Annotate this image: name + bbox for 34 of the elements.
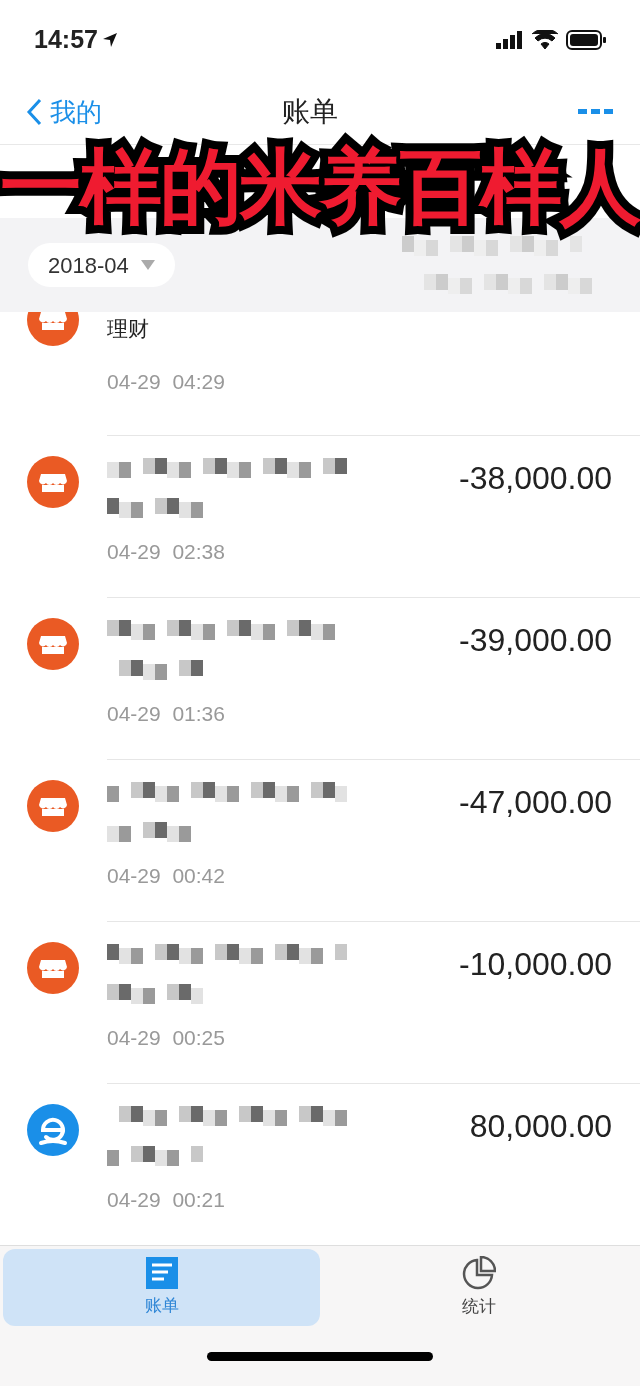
transaction-time: 04-29 04:29 bbox=[107, 369, 226, 395]
transaction-amount: -39,000.00 bbox=[459, 621, 612, 660]
caret-icon bbox=[140, 260, 155, 270]
transaction-row[interactable]: 04-29 01:36 -39,000.00 bbox=[0, 598, 640, 760]
transaction-time: 04-29 01:36 bbox=[107, 701, 226, 727]
store-icon bbox=[27, 780, 79, 832]
transaction-amount: 80,000.00 bbox=[469, 1107, 612, 1146]
transaction-amount: -47,000.00 bbox=[459, 783, 612, 822]
store-icon bbox=[27, 618, 79, 670]
transaction-row[interactable]: 04-29 02:38 -38,000.00 bbox=[0, 436, 640, 598]
location-arrow-icon bbox=[101, 32, 118, 48]
transaction-time: 04-29 02:38 bbox=[107, 539, 226, 565]
transaction-row[interactable]: 04-29 00:42 -47,000.00 bbox=[0, 760, 640, 922]
pie-chart-icon bbox=[461, 1255, 496, 1290]
battery-icon bbox=[566, 30, 606, 50]
transaction-row[interactable]: 04-29 00:25 -10,000.00 bbox=[0, 922, 640, 1084]
transaction-title: 理财 bbox=[107, 315, 149, 342]
chevron-left-icon bbox=[26, 98, 42, 126]
transaction-time: 04-29 00:42 bbox=[107, 863, 226, 889]
store-icon bbox=[27, 942, 79, 994]
wifi-icon bbox=[532, 30, 558, 50]
transaction-amount: -10,000.00 bbox=[459, 945, 612, 984]
more-icon[interactable] bbox=[578, 107, 614, 117]
signal-icon bbox=[496, 31, 524, 49]
coin-icon bbox=[27, 1104, 79, 1156]
transaction-time: 04-29 00:25 bbox=[107, 1025, 226, 1051]
transaction-amount: -38,000.00 bbox=[459, 459, 612, 498]
store-icon bbox=[27, 456, 79, 508]
transaction-row[interactable]: 理财 04-29 04:29 bbox=[0, 312, 640, 436]
tab-item[interactable]: 统计 bbox=[320, 1249, 637, 1326]
transaction-time: 04-29 00:21 bbox=[107, 1187, 226, 1213]
month-picker[interactable]: 2018-04 bbox=[28, 243, 175, 287]
document-icon bbox=[145, 1256, 178, 1289]
clock-time: 14:57 bbox=[34, 24, 98, 56]
